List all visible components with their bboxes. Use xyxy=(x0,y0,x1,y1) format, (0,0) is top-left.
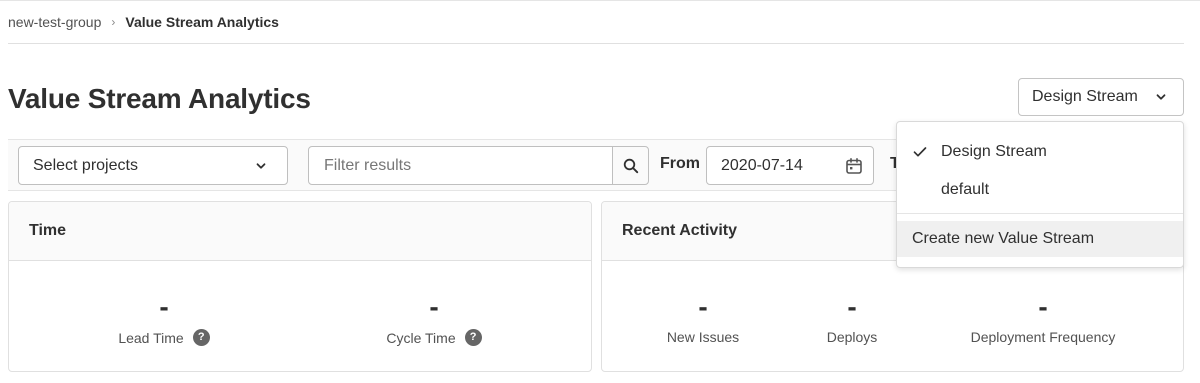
create-value-stream-button[interactable]: Create new Value Stream xyxy=(897,221,1183,257)
cycle-time-value: - xyxy=(429,291,439,322)
search-button[interactable] xyxy=(612,146,649,185)
dropdown-item-default[interactable]: default xyxy=(897,172,1183,208)
lead-time-label: Lead Time xyxy=(118,329,184,346)
checkmark-icon xyxy=(913,147,927,157)
from-date-input[interactable]: 2020-07-14 xyxy=(706,146,874,185)
breadcrumb: new-test-group › Value Stream Analytics xyxy=(8,12,279,32)
breadcrumb-group-link[interactable]: new-test-group xyxy=(8,14,101,30)
from-date-value: 2020-07-14 xyxy=(721,156,803,174)
filter-results-placeholder: Filter results xyxy=(324,156,412,174)
breadcrumb-current[interactable]: Value Stream Analytics xyxy=(125,14,279,30)
chevron-down-icon xyxy=(256,163,266,169)
dropdown-divider xyxy=(897,213,1183,214)
calendar-icon[interactable] xyxy=(845,157,863,175)
dropdown-item-design-stream[interactable]: Design Stream xyxy=(897,134,1183,170)
lead-time-value: - xyxy=(159,291,169,322)
deployment-frequency-value: - xyxy=(1038,291,1048,322)
deployment-frequency-label: Deployment Frequency xyxy=(970,329,1116,345)
deploys-metric: - Deploys xyxy=(792,291,912,346)
time-card: Time - Lead Time ? - Cycle Time ? xyxy=(8,201,592,372)
deploys-label: Deploys xyxy=(826,329,878,345)
top-border xyxy=(0,0,1200,1)
breadcrumb-separator-icon: › xyxy=(111,15,116,29)
value-stream-dropdown-menu: Design Stream default Create new Value S… xyxy=(896,121,1184,268)
create-value-stream-label: Create new Value Stream xyxy=(912,230,1095,247)
question-mark-icon[interactable]: ? xyxy=(192,329,210,346)
cycle-time-metric: - Cycle Time ? xyxy=(359,293,509,346)
filter-results-input[interactable]: Filter results xyxy=(308,146,613,185)
new-issues-label: New Issues xyxy=(666,329,740,345)
lead-time-metric: - Lead Time ? xyxy=(89,293,239,346)
dropdown-item-label: Design Stream xyxy=(941,143,1047,160)
search-icon xyxy=(623,158,638,173)
projects-select[interactable]: Select projects xyxy=(18,146,288,185)
time-card-title: Time xyxy=(9,202,591,261)
question-mark-icon[interactable]: ? xyxy=(464,329,482,346)
value-stream-dropdown-button[interactable]: Design Stream xyxy=(1018,78,1184,116)
dropdown-item-label: default xyxy=(941,181,990,198)
page-title: Value Stream Analytics xyxy=(8,83,311,114)
value-stream-selected-label: Design Stream xyxy=(1032,88,1138,105)
deployment-frequency-metric: - Deployment Frequency xyxy=(943,291,1143,346)
chevron-down-icon xyxy=(1156,94,1166,100)
breadcrumb-divider xyxy=(8,43,1184,44)
deploys-value: - xyxy=(847,291,857,322)
new-issues-metric: - New Issues xyxy=(643,291,763,346)
projects-select-label: Select projects xyxy=(33,156,138,174)
new-issues-value: - xyxy=(698,291,708,322)
from-date-label: From xyxy=(660,155,700,172)
cycle-time-label: Cycle Time xyxy=(386,329,456,346)
